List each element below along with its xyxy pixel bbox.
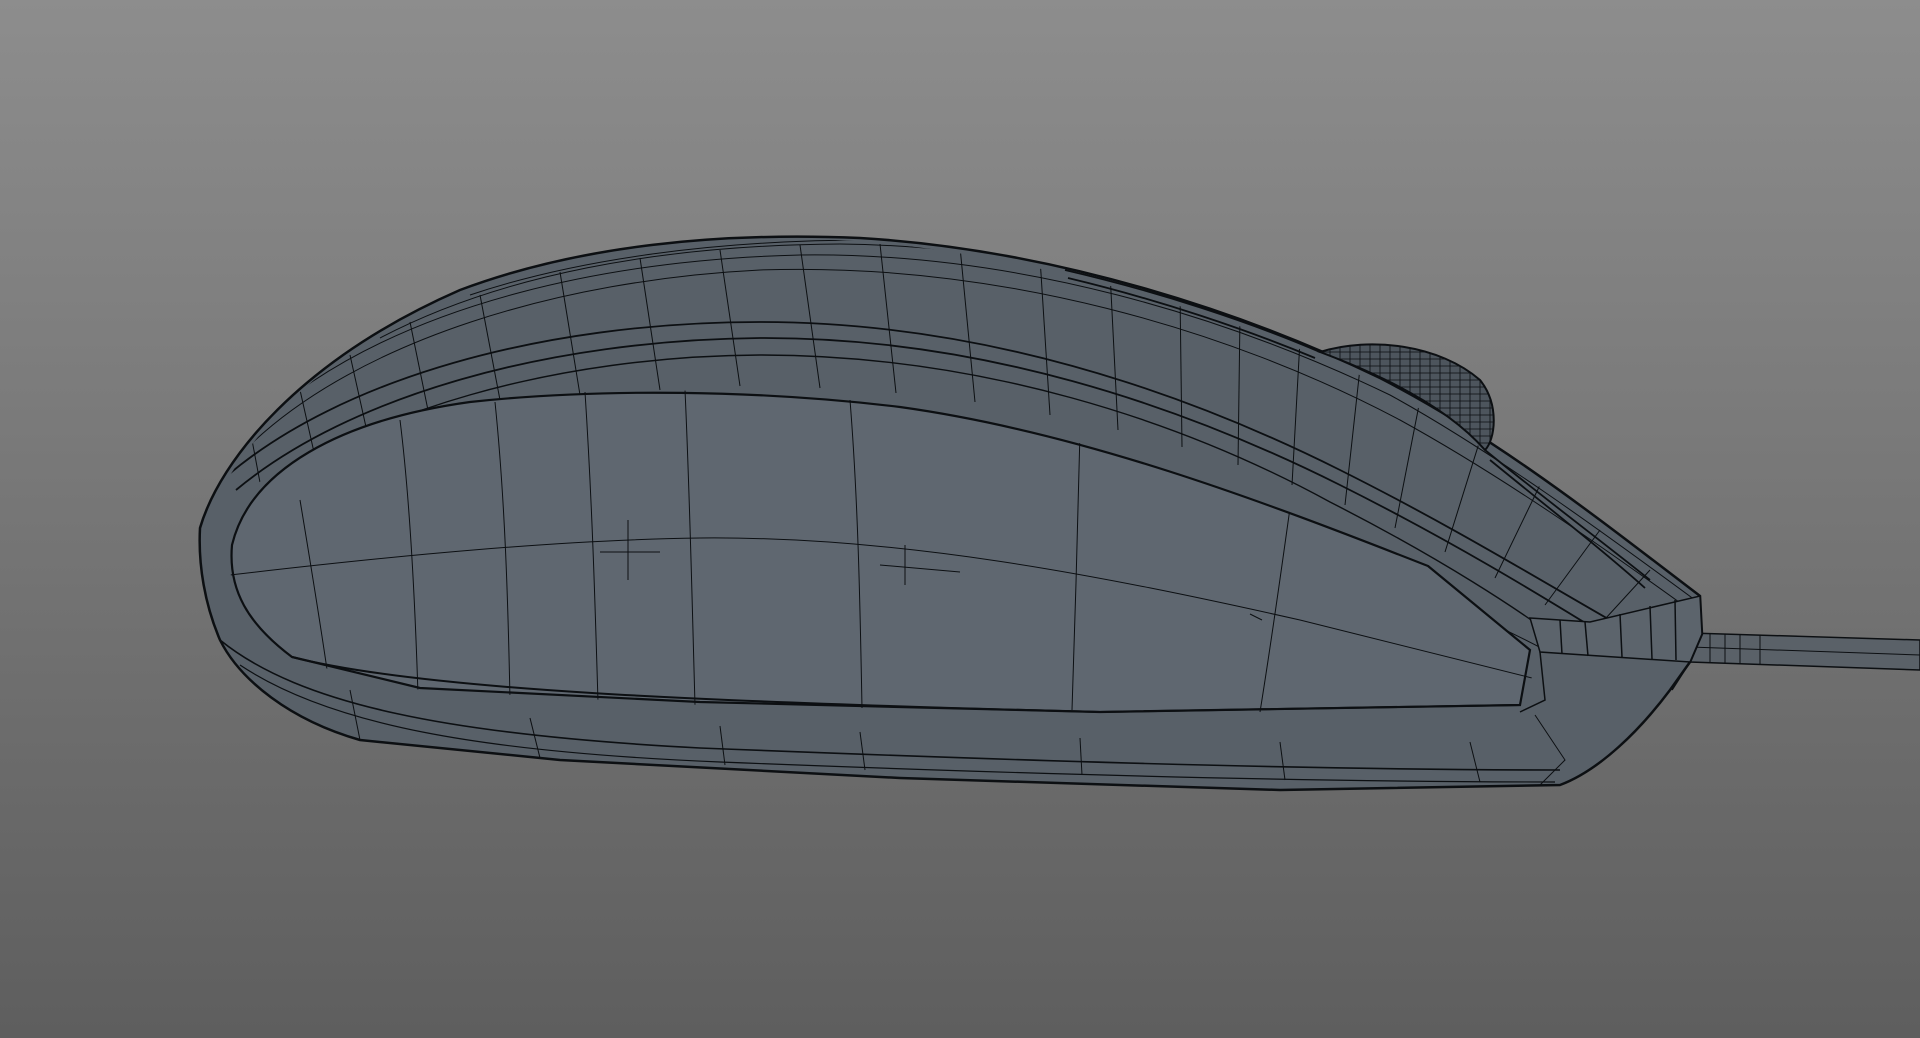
mouse-model[interactable] <box>0 0 1920 1038</box>
mouse-cable <box>1689 632 1920 671</box>
3d-viewport[interactable] <box>0 0 1920 1038</box>
